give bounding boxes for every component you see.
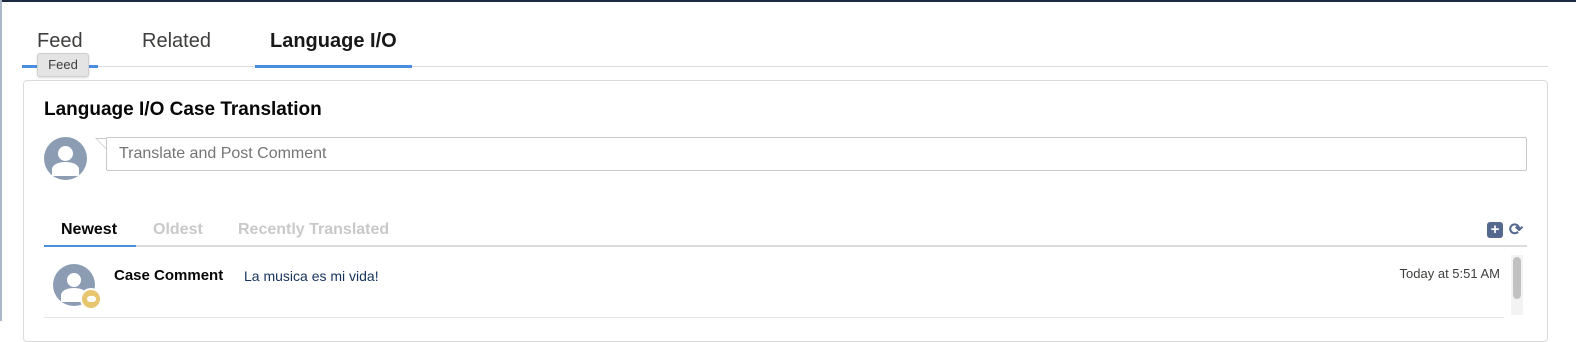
sort-tab-oldest[interactable]: Oldest [153,221,203,239]
tab-feed[interactable]: Feed [37,30,83,53]
sort-tab-recently-translated[interactable]: Recently Translated [238,221,389,239]
sort-tab-newest[interactable]: Newest [61,221,117,239]
tab-language-io[interactable]: Language I/O [270,30,397,53]
tab-related[interactable]: Related [142,30,211,53]
sort-tab-underline [44,245,136,247]
sort-tab-bar: Newest Oldest Recently Translated [44,217,1527,247]
window-left-border [0,0,2,321]
user-avatar-icon [44,137,87,180]
main-tab-bar: Feed Related Language I/O [22,20,1548,68]
feed-item-type: Case Comment [114,267,224,284]
window-top-border [0,0,1576,2]
translation-card: Language I/O Case Translation Newest Old… [23,80,1548,342]
tab-tooltip: Feed [37,53,89,77]
refresh-icon[interactable]: ⟳ [1508,220,1524,239]
feed-item-text[interactable]: La musica es mi vida! [244,268,379,284]
feed-item [44,255,1504,318]
tab-language-io-underline [255,65,412,68]
translate-comment-input[interactable] [106,137,1527,171]
feed-scrollbar-thumb[interactable] [1513,257,1521,299]
chat-badge-icon [80,288,102,310]
feed-item-timestamp: Today at 5:51 AM [1399,266,1500,281]
plus-square-icon[interactable]: + [1487,222,1503,238]
card-title: Language I/O Case Translation [44,99,322,120]
